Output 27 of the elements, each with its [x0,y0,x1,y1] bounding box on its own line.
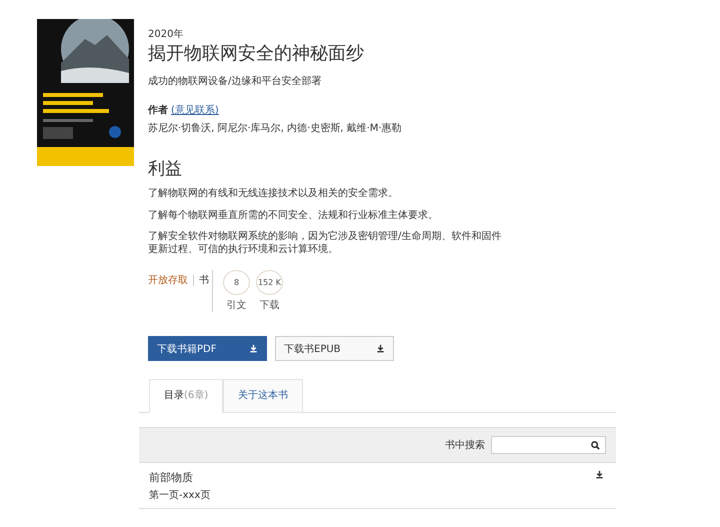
benefit-text: 了解物联网的有线和无线连接技术以及相关的安全需求。 [148,188,399,200]
section-heading: 利益 [148,158,183,180]
page-range: 第一页-xxx页 [149,489,210,502]
book-title: 揭开物联网安全的神秘面纱 [148,42,365,65]
download-icon [376,344,385,353]
download-icon [249,344,258,353]
metric-badge: 152 K [256,270,283,295]
tab[interactable]: 关于这本书 [223,379,304,413]
search-label: 书中搜索 [445,438,485,452]
author-names: 苏尼尔·切鲁沃, 阿尼尔·库马尔, 内德·史密斯, 戴维·M·惠勒 [148,122,403,135]
chapter-title[interactable]: 前部物质 [149,470,210,485]
type-tag: 书 [199,275,209,286]
metric-label: 引文 [226,298,246,312]
contact-link[interactable]: (意见联系) [171,105,219,116]
year-label: 2020年 [148,28,184,41]
metric-label: 下载 [260,298,280,312]
download-button[interactable]: 下载书籍PDF [148,336,267,361]
benefit-text: 了解每个物联网垂直所需的不同安全、法规和行业标准主体要求。 [148,210,439,222]
search-field[interactable] [491,436,606,454]
book-subtitle: 成功的物联网设备/边缘和平台安全部署 [148,74,322,88]
metric-badge: 8 [223,270,250,295]
author-label: 作者 [148,105,168,116]
access-tag: 开放存取 [148,275,194,286]
download-button[interactable]: 下载书EPUB [275,336,394,361]
benefit-text: 了解安全软件对物联网系统的影响，因为它涉及密钥管理/生命周期、软件和固件更新过程、可信的执行环境和云计算环境。 [148,231,502,256]
tab[interactable]: 目录(6章) [149,379,224,413]
search-icon[interactable] [591,440,600,450]
